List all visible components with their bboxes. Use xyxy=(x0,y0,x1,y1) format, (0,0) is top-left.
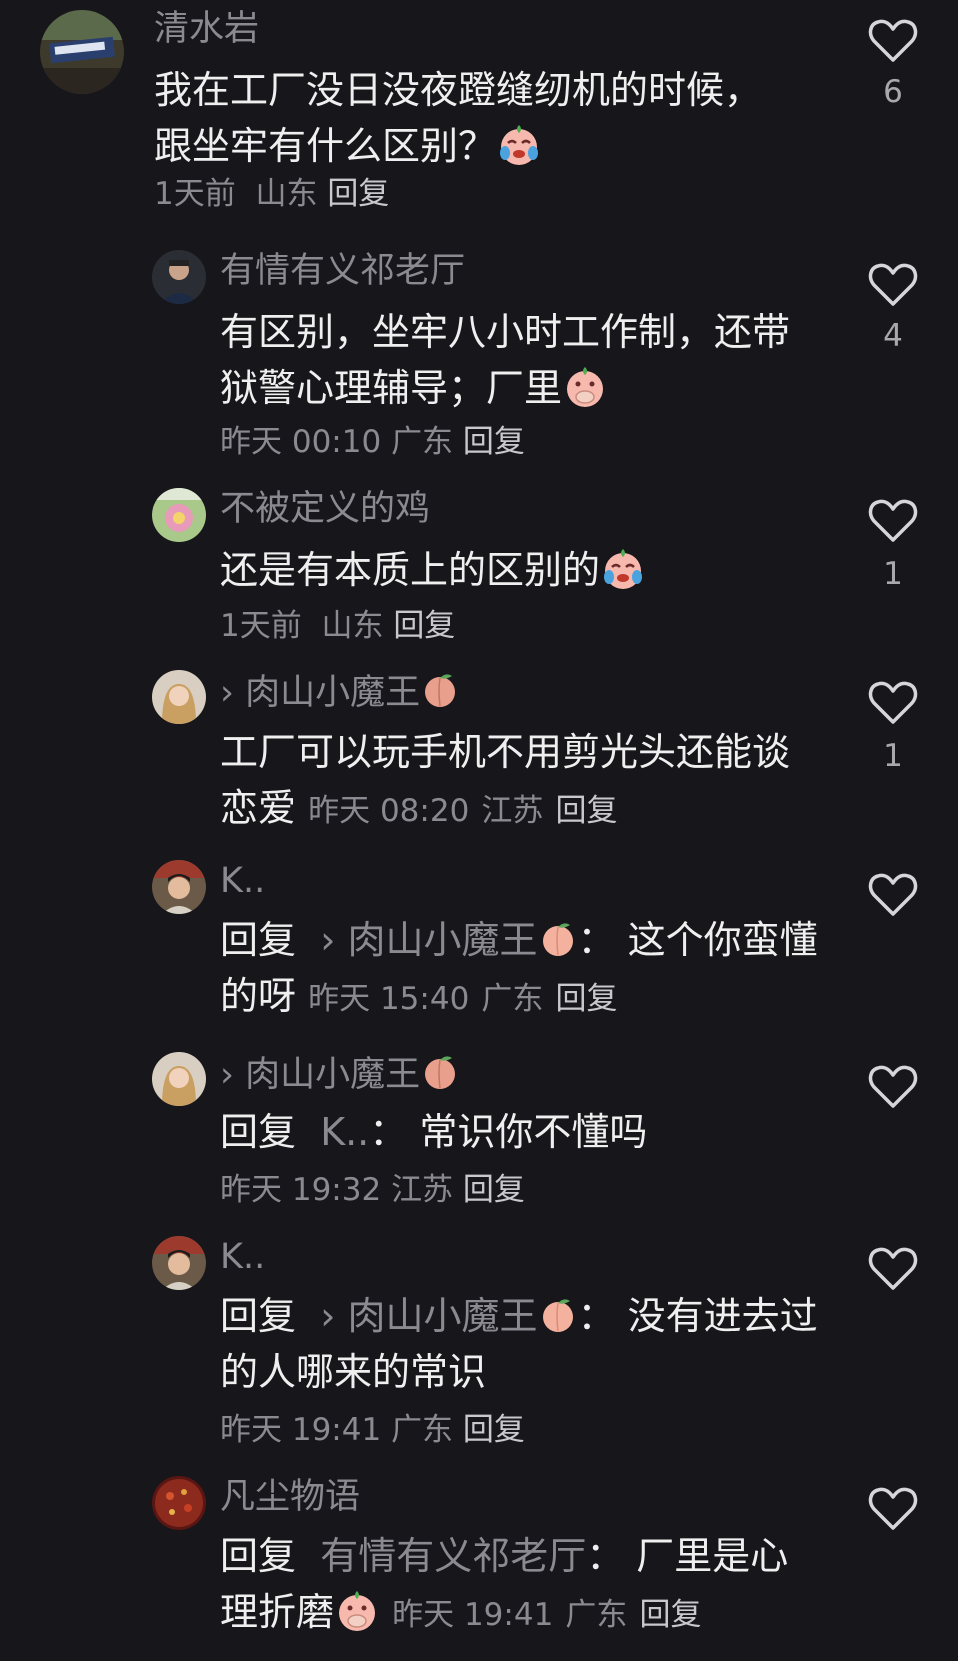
comment-time: 昨天 00:10 xyxy=(220,424,382,460)
comment-meta: 1天前 山东 回复 xyxy=(220,600,455,645)
comment-location: 广东 xyxy=(481,981,544,1017)
reply-prefix: 回复 xyxy=(220,1534,297,1578)
username-text: 肉山小魔王 xyxy=(245,673,421,713)
reply-button[interactable]: 回复 xyxy=(463,1172,525,1208)
comment-body: 我在工厂没日没夜蹬缝纫机的时候，跟坐牢有什么区别？ xyxy=(154,68,763,168)
comment-text: 回复 K..： 常识你不懂吗 xyxy=(220,1110,648,1154)
reply-arrow-icon: › xyxy=(320,918,336,962)
crying-face-emoji xyxy=(496,121,542,167)
comment-meta: 昨天 00:10 广东 回复 xyxy=(220,416,525,461)
avatar[interactable] xyxy=(152,250,206,304)
username[interactable]: › 肉山小魔王 xyxy=(220,1052,460,1096)
like-count: 1 xyxy=(883,738,903,774)
reply-arrow-icon: › xyxy=(220,1055,234,1095)
peach-emoji xyxy=(538,918,578,958)
reply-button[interactable]: 回复 xyxy=(393,608,455,644)
heart-outline-icon[interactable] xyxy=(868,262,918,308)
comment-location: 江苏 xyxy=(391,1172,454,1208)
like-count: 4 xyxy=(883,318,903,354)
avatar[interactable] xyxy=(152,860,206,914)
reply-button[interactable]: 回复 xyxy=(640,1597,702,1633)
avatar[interactable] xyxy=(152,488,206,542)
like-count: 6 xyxy=(883,74,903,110)
heart-outline-icon[interactable] xyxy=(868,18,918,64)
hand-over-mouth-emoji xyxy=(562,363,608,409)
reply-prefix: 回复 xyxy=(220,1110,297,1154)
avatar[interactable] xyxy=(152,1476,206,1530)
comment-body: 有区别，坐牢八小时工作制，还带狱警心理辅导；厂里 xyxy=(220,310,791,410)
heart-outline-icon[interactable] xyxy=(868,498,918,544)
comment-time: 1天前 xyxy=(220,608,302,644)
heart-outline-icon[interactable] xyxy=(868,680,918,726)
username[interactable]: 不被定义的鸡 xyxy=(220,488,430,530)
reply-button[interactable]: 回复 xyxy=(463,424,525,460)
username[interactable]: K.. xyxy=(220,860,265,902)
comment-body: 还是有本质上的区别的 xyxy=(220,548,601,592)
comment-time: 昨天 19:32 xyxy=(220,1172,382,1208)
comment-location: 江苏 xyxy=(481,793,544,829)
reply-to-username[interactable]: 肉山小魔王 xyxy=(347,1294,537,1338)
comment-text: 回复 › 肉山小魔王 ： 这个你蛮懂的呀 昨天 15:40 广东 回复 xyxy=(220,918,818,1018)
heart-outline-icon[interactable] xyxy=(868,872,918,918)
username[interactable]: K.. xyxy=(220,1236,265,1278)
peach-emoji xyxy=(420,670,460,710)
crying-face-emoji xyxy=(600,545,646,591)
comment-text: 还是有本质上的区别的 xyxy=(220,542,820,598)
hand-over-mouth-emoji xyxy=(334,1587,380,1633)
reply-arrow-icon: › xyxy=(320,1294,336,1338)
reply-to-username[interactable]: 肉山小魔王 xyxy=(347,918,537,962)
comment-time: 昨天 19:41 xyxy=(220,1412,382,1448)
peach-emoji xyxy=(538,1294,578,1334)
comment-location: 广东 xyxy=(391,424,454,460)
comment-text: 工厂可以玩手机不用剪光头还能谈恋爱 昨天 08:20 江苏 回复 xyxy=(220,724,820,839)
username[interactable]: 有情有义祁老厅 xyxy=(220,250,465,292)
like-count: 1 xyxy=(883,556,903,592)
heart-outline-icon[interactable] xyxy=(868,1486,918,1532)
comment-text: 有区别，坐牢八小时工作制，还带狱警心理辅导；厂里 xyxy=(220,304,820,416)
username[interactable]: 清水岩 xyxy=(154,8,259,50)
comment-time: 昨天 15:40 xyxy=(308,981,470,1017)
reply-prefix: 回复 xyxy=(220,1294,297,1338)
comment-text: 回复 › 肉山小魔王 ： 没有进去过的人哪来的常识 xyxy=(220,1294,818,1394)
comment-location: 山东 xyxy=(321,608,384,644)
username[interactable]: › 肉山小魔王 xyxy=(220,670,460,714)
avatar[interactable] xyxy=(152,1236,206,1290)
heart-outline-icon[interactable] xyxy=(868,1064,918,1110)
avatar[interactable] xyxy=(152,670,206,724)
username-text: 肉山小魔王 xyxy=(245,1055,421,1095)
reply-button[interactable]: 回复 xyxy=(327,176,389,212)
comment-location: 广东 xyxy=(391,1412,454,1448)
comment-location: 广东 xyxy=(565,1597,628,1633)
reply-to-username[interactable]: K.. xyxy=(320,1110,369,1154)
comment-text: 我在工厂没日没夜蹬缝纫机的时候，跟坐牢有什么区别？ xyxy=(154,62,794,174)
heart-outline-icon[interactable] xyxy=(868,1246,918,1292)
comment-body: 常识你不懂吗 xyxy=(419,1110,648,1154)
comment-meta: 1天前 山东 回复 xyxy=(154,168,389,213)
peach-emoji xyxy=(420,1052,460,1092)
comment-time: 昨天 08:20 xyxy=(308,793,470,829)
username[interactable]: 凡尘物语 xyxy=(220,1476,360,1518)
reply-button[interactable]: 回复 xyxy=(556,793,618,829)
reply-arrow-icon: › xyxy=(220,673,234,713)
comment-meta: 昨天 19:32 江苏 回复 xyxy=(220,1164,525,1209)
comment-location: 山东 xyxy=(255,176,318,212)
comment-meta: 昨天 19:41 广东 回复 xyxy=(220,1404,525,1449)
comment-time: 昨天 19:41 xyxy=(392,1597,554,1633)
comment-text: 回复 有情有义祁老厅： 厂里是心理折磨 昨天 19:41 广东 回复 xyxy=(220,1534,789,1634)
comment-time: 1天前 xyxy=(154,176,236,212)
avatar[interactable] xyxy=(152,1052,206,1106)
reply-button[interactable]: 回复 xyxy=(463,1412,525,1448)
reply-to-username[interactable]: 有情有义祁老厅 xyxy=(320,1534,586,1578)
reply-prefix: 回复 xyxy=(220,918,297,962)
avatar[interactable] xyxy=(40,10,124,94)
reply-button[interactable]: 回复 xyxy=(556,981,618,1017)
